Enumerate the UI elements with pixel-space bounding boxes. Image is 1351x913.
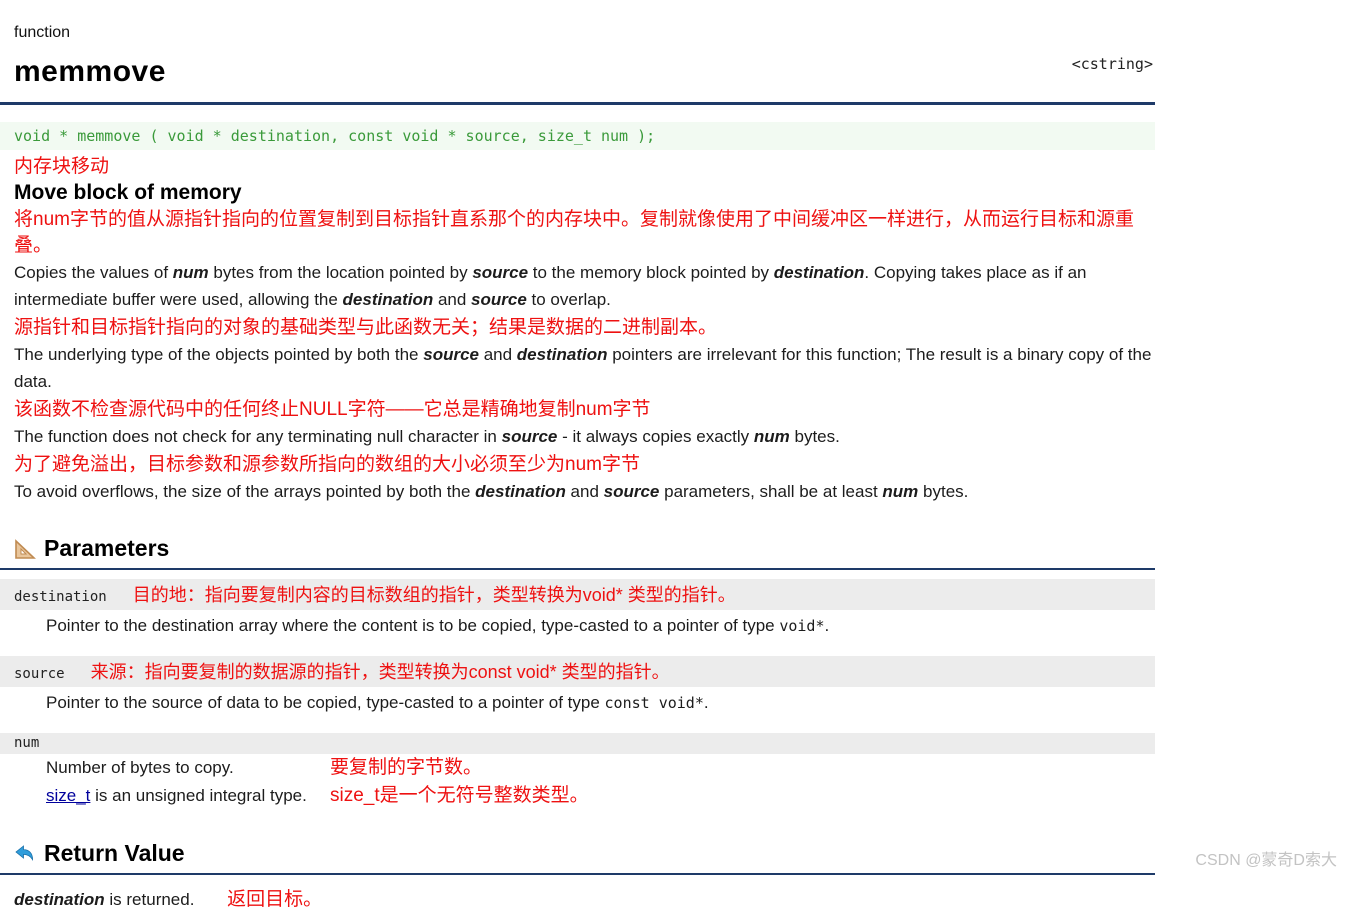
title-divider <box>0 102 1155 105</box>
zh-annotation: 目的地：指向要复制内容的目标数组的指针，类型转换为void* 类型的指针。 <box>132 585 736 605</box>
param-name: destination <box>14 589 107 605</box>
zh-annotation: 将num字节的值从源指针指向的位置复制到目标指针直系那个的内存块中。复制就像使用… <box>14 209 1134 256</box>
param-row-destination: destination 目的地：指向要复制内容的目标数组的指针，类型转换为voi… <box>0 579 1155 610</box>
return-value-body: destination is returned. 返回目标。 <box>0 886 1155 913</box>
description-paragraph: 将num字节的值从源指针指向的位置复制到目标指针直系那个的内存块中。复制就像使用… <box>0 207 1155 313</box>
zh-annotation: 源指针和目标指针指向的对象的基础类型与此函数无关；结果是数据的二进制副本。 <box>14 317 718 338</box>
description-paragraph: 该函数不检查源代码中的任何终止NULL字符——它总是精确地复制num字节 The… <box>0 397 1155 450</box>
en-description: destination is returned. <box>14 890 195 909</box>
param-description-line: Number of bytes to copy. 要复制的字节数。 <box>0 754 1155 782</box>
en-description: Number of bytes to copy. <box>46 758 234 777</box>
csdn-watermark: CSDN @蒙奇D索大 <box>1195 852 1337 869</box>
section-divider <box>0 873 1155 875</box>
function-kicker: function <box>14 24 71 41</box>
zh-annotation: 返回目标。 <box>227 889 323 910</box>
zh-annotation: size_t是一个无符号整数类型。 <box>330 785 589 806</box>
en-description: The function does not check for any term… <box>14 427 840 446</box>
en-description: Copies the values of num bytes from the … <box>14 263 1087 309</box>
param-name: source <box>14 666 65 682</box>
function-declaration: void * memmove ( void * destination, con… <box>0 122 1155 150</box>
param-description: Pointer to the source of data to be copi… <box>46 693 709 712</box>
param-description-line: size_t is an unsigned integral type. siz… <box>0 782 1155 810</box>
en-description: size_t is an unsigned integral type. <box>46 786 307 805</box>
param-row-num: num <box>0 733 1155 754</box>
zh-annotation: 来源：指向要复制的数据源的指针，类型转换为const void* 类型的指针。 <box>90 662 670 682</box>
description-paragraph: 为了避免溢出，目标参数和源参数所指向的数组的大小必须至少为num字节 To av… <box>0 452 1155 505</box>
doc-page: function memmove <cstring> void * memmov… <box>0 0 1155 913</box>
set-square-icon <box>15 538 36 559</box>
parameters-section-header: Parameters <box>0 535 1155 562</box>
zh-summary-title: 内存块移动 <box>14 156 110 177</box>
return-value-section-header: Return Value <box>0 840 1155 867</box>
param-description: Pointer to the destination array where t… <box>46 616 830 635</box>
en-description: The underlying type of the objects point… <box>14 345 1152 391</box>
include-header-label: <cstring> <box>1071 55 1153 73</box>
return-arrow-icon <box>15 844 34 861</box>
section-title: Return Value <box>44 840 185 866</box>
page-title: memmove <box>14 55 166 88</box>
size-t-link[interactable]: size_t <box>46 786 90 805</box>
param-row-source: source 来源：指向要复制的数据源的指针，类型转换为const void* … <box>0 656 1155 687</box>
en-description: To avoid overflows, the size of the arra… <box>14 482 969 501</box>
zh-annotation: 为了避免溢出，目标参数和源参数所指向的数组的大小必须至少为num字节 <box>14 454 640 475</box>
en-summary-title: Move block of memory <box>14 181 242 204</box>
description-paragraph: 源指针和目标指针指向的对象的基础类型与此函数无关；结果是数据的二进制副本。 Th… <box>0 315 1155 395</box>
section-title: Parameters <box>44 535 170 561</box>
param-name: num <box>14 735 40 751</box>
section-divider <box>0 568 1155 570</box>
zh-annotation: 该函数不检查源代码中的任何终止NULL字符——它总是精确地复制num字节 <box>14 399 651 420</box>
zh-annotation: 要复制的字节数。 <box>330 757 483 778</box>
